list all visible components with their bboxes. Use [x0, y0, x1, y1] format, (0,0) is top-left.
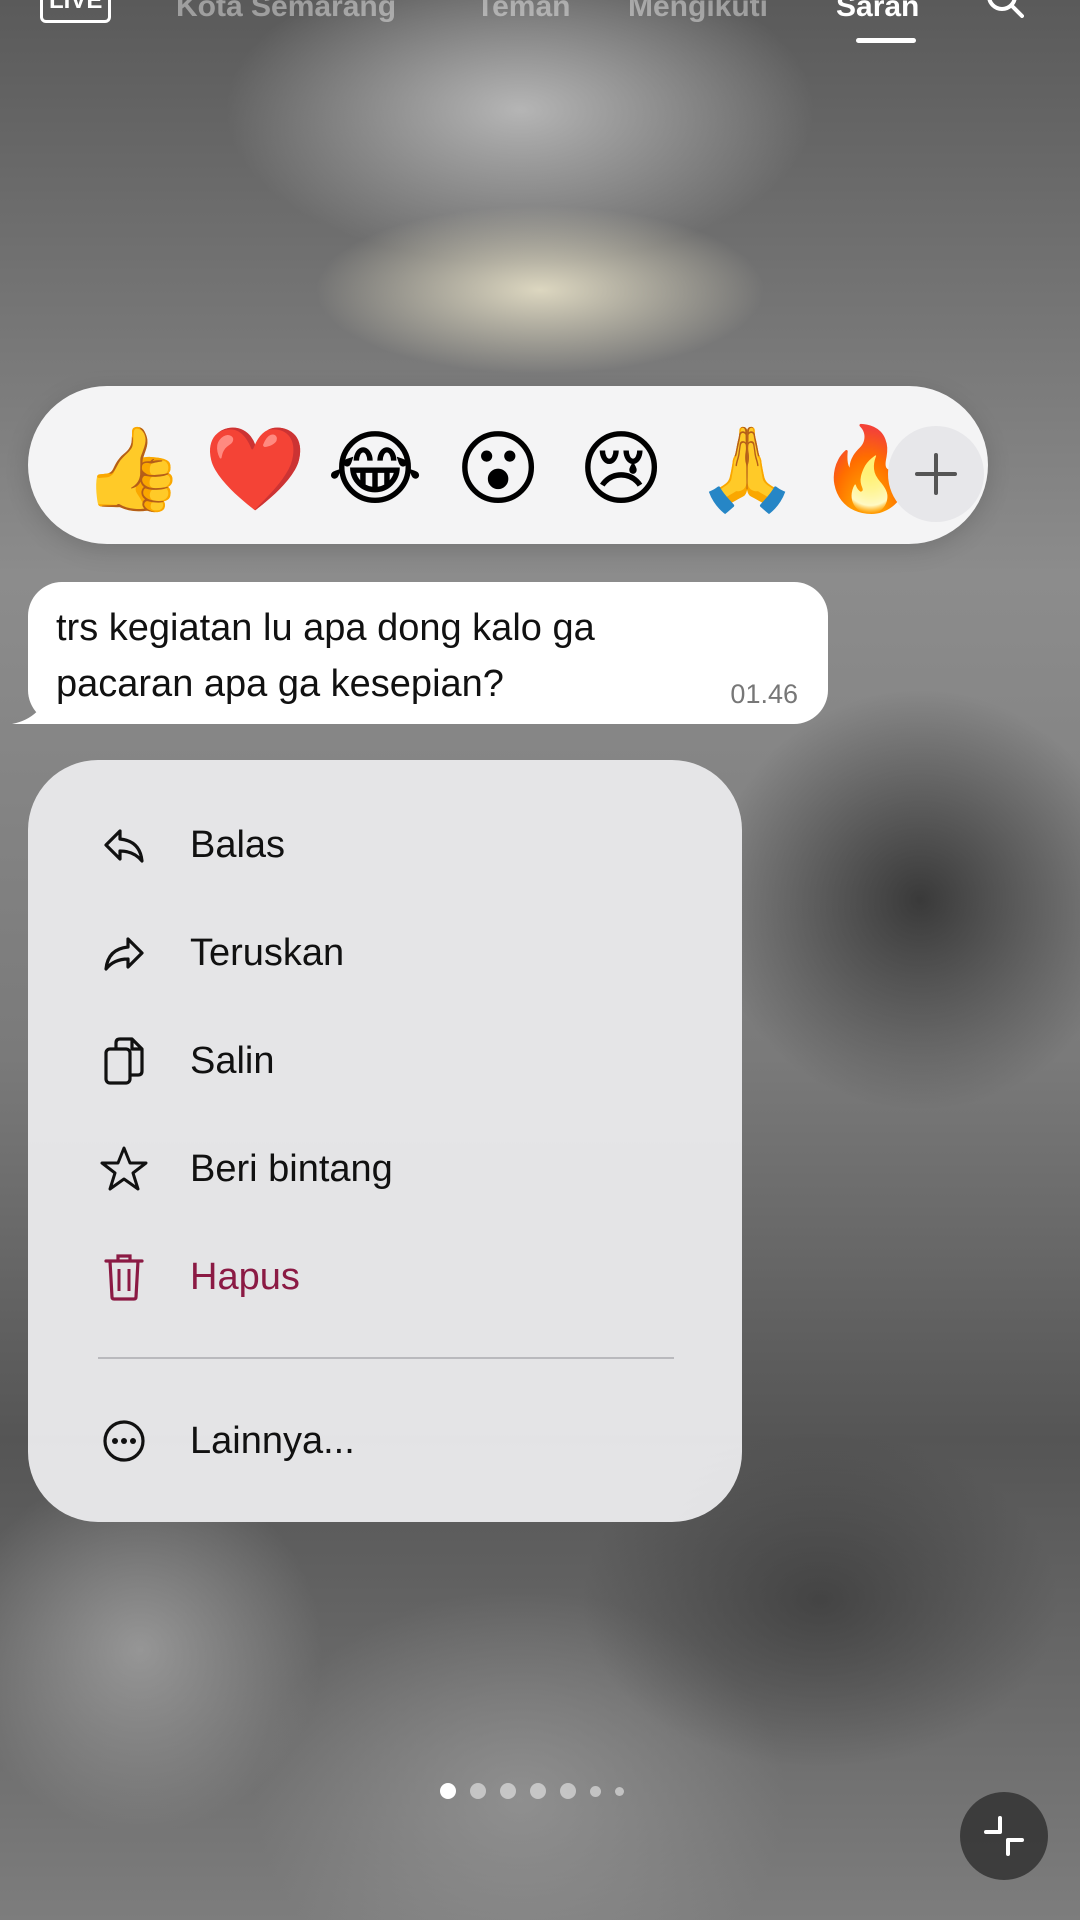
collapse-icon: [984, 1816, 1024, 1856]
message-text: trs kegiatan lu apa dong kalo ga pacaran…: [56, 600, 706, 712]
page-dot[interactable]: [530, 1783, 546, 1799]
menu-item-label: Beri bintang: [190, 1147, 393, 1190]
collapse-button[interactable]: [960, 1792, 1048, 1880]
message-text-line-1: trs kegiatan lu apa dong kalo ga: [56, 607, 595, 649]
nav-item-kota-semarang[interactable]: Kota Semarang: [176, 0, 396, 24]
copy-icon: [98, 1035, 150, 1087]
top-nav: LIVE Kota Semarang Teman Mengikuti Saran: [0, 0, 1080, 46]
menu-item-forward[interactable]: Teruskan: [28, 908, 742, 998]
page-indicator: [440, 1783, 624, 1799]
reaction-pray[interactable]: 🙏: [696, 422, 798, 518]
message-context-menu: Balas Teruskan Salin Beri bintang Hapus …: [28, 760, 742, 1522]
page-dot[interactable]: [590, 1785, 601, 1797]
page-dot[interactable]: [500, 1783, 516, 1799]
reply-icon: [98, 819, 150, 871]
forward-icon: [98, 927, 150, 979]
reaction-bar: 👍 ❤️ 😂 😮 😢 🙏 🔥: [28, 386, 988, 544]
menu-item-copy[interactable]: Salin: [28, 1016, 742, 1106]
search-icon[interactable]: [984, 0, 1024, 18]
plus-icon: [915, 453, 957, 495]
menu-item-label: Hapus: [190, 1255, 300, 1298]
menu-item-label: Balas: [190, 823, 286, 866]
page-dot[interactable]: [615, 1786, 624, 1796]
active-tab-indicator: [856, 38, 916, 43]
star-icon: [98, 1143, 150, 1195]
nav-item-teman[interactable]: Teman: [476, 0, 570, 24]
page-dot-active[interactable]: [440, 1783, 456, 1799]
nav-item-mengikuti[interactable]: Mengikuti: [628, 0, 768, 24]
menu-item-star[interactable]: Beri bintang: [28, 1124, 742, 1214]
message-timestamp: 01.46: [730, 679, 798, 709]
nav-item-saran[interactable]: Saran: [836, 0, 919, 24]
menu-divider: [98, 1357, 674, 1359]
menu-item-label: Teruskan: [190, 931, 345, 974]
menu-item-reply[interactable]: Balas: [28, 800, 742, 890]
page-dot[interactable]: [470, 1783, 486, 1799]
reaction-surprised[interactable]: 😮: [450, 422, 546, 518]
reaction-crying[interactable]: 😢: [573, 422, 669, 518]
menu-item-label: Lainnya...: [190, 1419, 355, 1462]
reaction-laughing[interactable]: 😂: [327, 422, 423, 518]
reaction-heart[interactable]: ❤️: [204, 422, 306, 518]
menu-item-label: Salin: [190, 1039, 275, 1082]
menu-item-more[interactable]: Lainnya...: [28, 1396, 742, 1486]
trash-icon: [98, 1251, 150, 1303]
menu-item-delete[interactable]: Hapus: [28, 1232, 742, 1322]
reaction-thumbs-up[interactable]: 👍: [82, 422, 184, 518]
live-badge[interactable]: LIVE: [40, 0, 112, 23]
more-icon: [98, 1415, 150, 1467]
message-text-line-2: pacaran apa ga kesepian?: [56, 663, 504, 705]
page-dot[interactable]: [560, 1783, 576, 1799]
message-bubble[interactable]: trs kegiatan lu apa dong kalo ga pacaran…: [28, 582, 828, 724]
more-reactions-button[interactable]: [888, 426, 984, 522]
